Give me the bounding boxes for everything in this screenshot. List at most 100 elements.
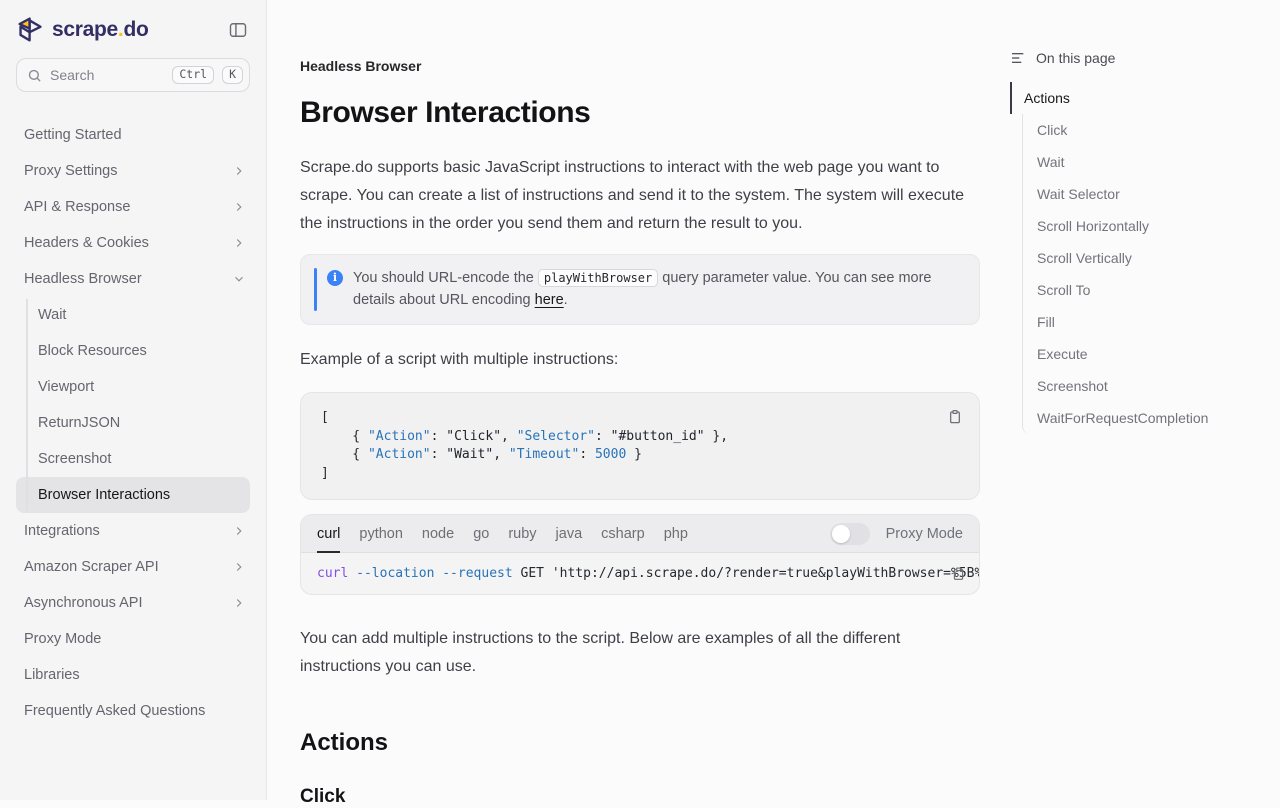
sidebar-collapse-icon[interactable] bbox=[228, 20, 248, 40]
chevron-down-icon bbox=[232, 272, 246, 286]
sidebar-item-getting-started[interactable]: Getting Started bbox=[0, 117, 266, 153]
sidebar-item-headless-browser[interactable]: Headless Browser bbox=[0, 261, 266, 297]
tab-php[interactable]: php bbox=[664, 515, 688, 552]
curl-command-text: curl --location --request GET 'http://ap… bbox=[317, 566, 979, 581]
toc-sub-list: ClickWaitWait SelectorScroll Horizontall… bbox=[1022, 114, 1272, 434]
sidebar-item-label: API & Response bbox=[24, 199, 130, 215]
chevron-right-icon bbox=[232, 524, 246, 538]
sidebar-item-headers-cookies[interactable]: Headers & Cookies bbox=[0, 225, 266, 261]
left-sidebar: scrape.do Search Ctrl K Getting Started P… bbox=[0, 0, 267, 800]
example-label: Example of a script with multiple instru… bbox=[300, 351, 980, 369]
curl-command: curl --location --request GET 'http://ap… bbox=[301, 553, 979, 594]
chevron-right-icon bbox=[232, 200, 246, 214]
sidebar-subitem-screenshot[interactable]: Screenshot bbox=[16, 441, 250, 477]
tab-java[interactable]: java bbox=[556, 515, 583, 552]
search-placeholder: Search bbox=[50, 67, 164, 83]
search-icon bbox=[27, 68, 42, 83]
kbd-ctrl: Ctrl bbox=[172, 66, 214, 85]
inline-code-playwithbrowser: playWithBrowser bbox=[538, 269, 658, 287]
breadcrumb: Headless Browser bbox=[300, 0, 980, 74]
tab-csharp[interactable]: csharp bbox=[601, 515, 645, 552]
chevron-right-icon bbox=[232, 164, 246, 178]
section-heading-actions: Actions bbox=[300, 729, 980, 757]
language-tab-list: curl python nodegoruby java csharp php bbox=[317, 515, 688, 552]
toc-item-scroll-horizontally[interactable]: Scroll Horizontally bbox=[1023, 210, 1272, 242]
sidebar-subitem-wait[interactable]: Wait bbox=[16, 297, 250, 333]
sidebar-item-label: Integrations bbox=[24, 523, 100, 539]
toc-item-screenshot[interactable]: Screenshot bbox=[1023, 370, 1272, 402]
on-this-page: On this page Actions ClickWaitWait Selec… bbox=[1010, 0, 1272, 434]
toc-title: On this page bbox=[1036, 50, 1115, 66]
sidebar-item-amazon-scraper-api[interactable]: Amazon Scraper API bbox=[0, 549, 266, 585]
search-input[interactable]: Search Ctrl K bbox=[16, 58, 250, 92]
sidebar-item-label: Amazon Scraper API bbox=[24, 559, 159, 575]
language-tabs: curl python nodegoruby java csharp php Proxy … bbox=[301, 515, 979, 553]
proxy-mode-label: Proxy Mode bbox=[886, 526, 963, 542]
sidebar-item-label: Headers & Cookies bbox=[24, 235, 149, 251]
sidebar-subitem-browser-interactions[interactable]: Browser Interactions bbox=[16, 477, 250, 513]
sidebar-item-libraries[interactable]: Libraries bbox=[0, 657, 266, 693]
toc-item-waitforrequestcompletion[interactable]: WaitForRequestCompletion bbox=[1023, 402, 1272, 434]
sidebar-item-proxy-mode[interactable]: Proxy Mode bbox=[0, 621, 266, 657]
callout-accent-bar bbox=[314, 268, 317, 311]
page-title: Browser Interactions bbox=[300, 96, 980, 130]
toc-item-wait-selector[interactable]: Wait Selector bbox=[1023, 178, 1272, 210]
brand-logo-icon bbox=[16, 15, 45, 44]
sidebar-item-label: Asynchronous API bbox=[24, 595, 143, 611]
toc-item-fill[interactable]: Fill bbox=[1023, 306, 1272, 338]
toc-item-actions[interactable]: Actions bbox=[1010, 82, 1272, 114]
body-paragraph: You can add multiple instructions to the… bbox=[300, 625, 980, 681]
toc-list-icon bbox=[1010, 50, 1026, 66]
subsection-heading-click: Click bbox=[300, 786, 980, 808]
copy-icon[interactable] bbox=[949, 563, 968, 584]
sidebar-nav-sub: WaitBlock ResourcesViewportReturnJSONScr… bbox=[0, 297, 266, 513]
brand-logo[interactable]: scrape.do bbox=[16, 15, 149, 44]
sidebar-item-frequently-asked-questions[interactable]: Frequently Asked Questions bbox=[0, 693, 266, 729]
sidebar-item-label: Headless Browser bbox=[24, 271, 142, 287]
chevron-right-icon bbox=[232, 560, 246, 574]
chevron-right-icon bbox=[232, 236, 246, 250]
sidebar-subitem-block-resources[interactable]: Block Resources bbox=[16, 333, 250, 369]
code-line: [ bbox=[321, 409, 959, 428]
proxy-mode-toggle[interactable] bbox=[830, 523, 870, 545]
toc-item-scroll-vertically[interactable]: Scroll Vertically bbox=[1023, 242, 1272, 274]
sidebar-item-proxy-settings[interactable]: Proxy Settings bbox=[0, 153, 266, 189]
info-callout: i You should URL-encode the playWithBrow… bbox=[300, 254, 980, 325]
json-code-block: [ { "Action": "Click", "Selector": "#but… bbox=[300, 392, 980, 500]
toc-item-execute[interactable]: Execute bbox=[1023, 338, 1272, 370]
code-line: { "Action": "Click", "Selector": "#butto… bbox=[321, 428, 959, 447]
code-line: { "Action": "Wait", "Timeout": 5000 } bbox=[321, 446, 959, 465]
tab-node[interactable]: node bbox=[422, 515, 454, 552]
sidebar-item-label: Getting Started bbox=[24, 127, 122, 143]
sidebar-subitem-returnjson[interactable]: ReturnJSON bbox=[16, 405, 250, 441]
main-content: Headless Browser Browser Interactions Sc… bbox=[300, 0, 980, 808]
sidebar-item-api-response[interactable]: API & Response bbox=[0, 189, 266, 225]
sidebar-subitem-viewport[interactable]: Viewport bbox=[16, 369, 250, 405]
sidebar-item-integrations[interactable]: Integrations bbox=[0, 513, 266, 549]
request-code-block: curl python nodegoruby java csharp php Proxy … bbox=[300, 514, 980, 595]
callout-text: You should URL-encode the playWithBrowse… bbox=[353, 268, 963, 311]
code-line: ] bbox=[321, 465, 959, 484]
tab-ruby[interactable]: ruby bbox=[508, 515, 536, 552]
chevron-right-icon bbox=[232, 596, 246, 610]
tab-python[interactable]: python bbox=[359, 515, 403, 552]
json-code-lines: [ { "Action": "Click", "Selector": "#but… bbox=[321, 409, 959, 483]
sidebar-item-label: Frequently Asked Questions bbox=[24, 703, 205, 719]
toc-item-click[interactable]: Click bbox=[1023, 114, 1272, 146]
brand-wordmark: scrape.do bbox=[52, 18, 149, 42]
sidebar-nav-top: Getting Started Proxy Settings API & Respo… bbox=[0, 117, 266, 297]
url-encoding-link[interactable]: here bbox=[535, 292, 564, 308]
intro-paragraph: Scrape.do supports basic JavaScript inst… bbox=[300, 154, 980, 238]
proxy-mode-toggle-knob bbox=[832, 525, 850, 543]
kbd-k: K bbox=[222, 66, 243, 85]
sidebar-item-asynchronous-api[interactable]: Asynchronous API bbox=[0, 585, 266, 621]
toc-item-wait[interactable]: Wait bbox=[1023, 146, 1272, 178]
info-icon: i bbox=[327, 270, 343, 286]
sidebar-item-label: Proxy Mode bbox=[24, 631, 101, 647]
tab-curl[interactable]: curl bbox=[317, 515, 340, 552]
sidebar-nav: Getting Started Proxy Settings API & Respo… bbox=[0, 117, 266, 729]
sidebar-item-label: Proxy Settings bbox=[24, 163, 118, 179]
tab-go[interactable]: go bbox=[473, 515, 489, 552]
toc-item-scroll-to[interactable]: Scroll To bbox=[1023, 274, 1272, 306]
copy-icon[interactable] bbox=[945, 406, 965, 428]
